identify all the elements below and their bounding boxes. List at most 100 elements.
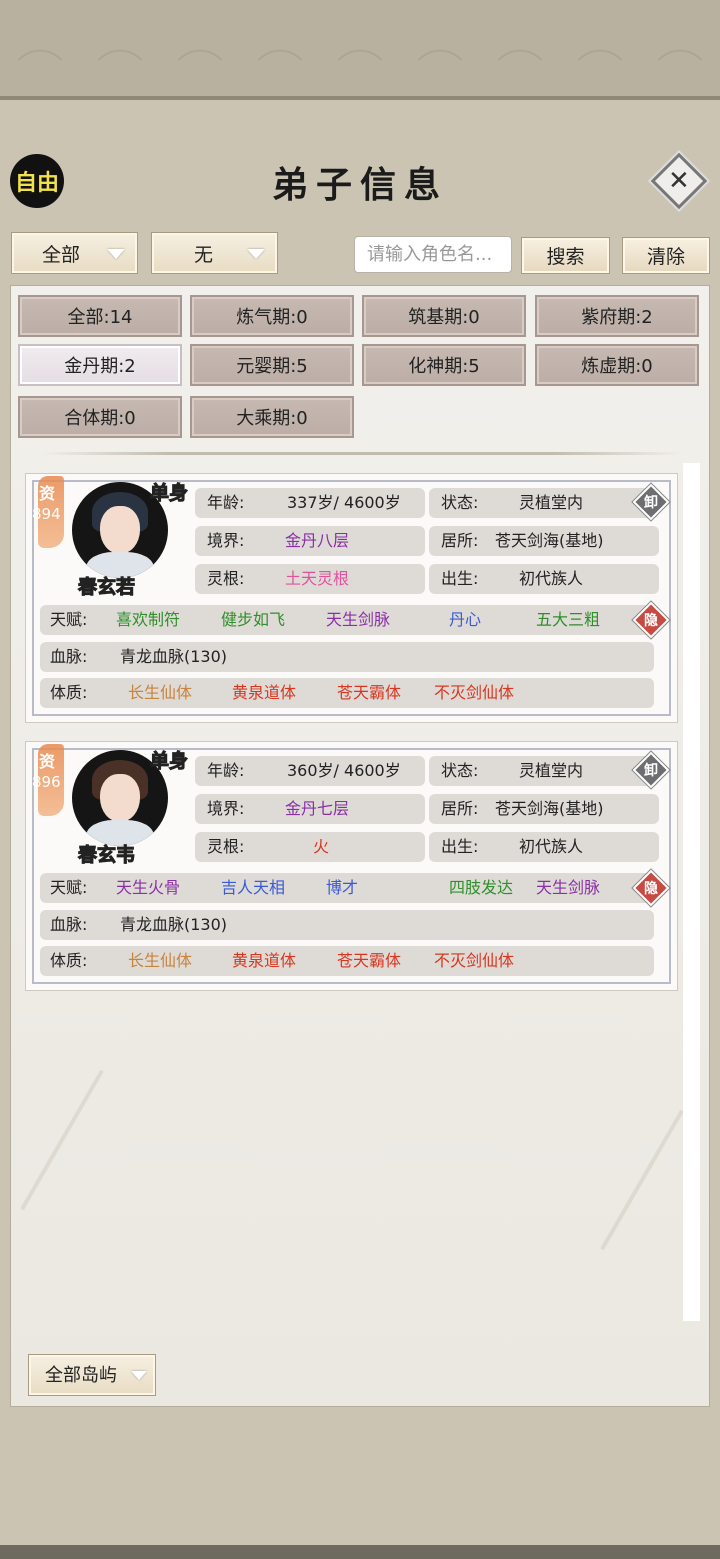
age-label: 年龄: [207,493,245,512]
realm-filter-chip[interactable]: 元婴期:5 [190,344,354,386]
spirit-root-label: 灵根: [207,569,245,588]
search-button[interactable]: 搜索 [521,237,610,274]
residence-value: 苍天剑海(基地) [495,799,604,818]
status-value: 灵植堂内 [519,761,584,780]
physique-label: 体质: [50,683,88,702]
talent-item[interactable]: 天生剑脉 [326,605,390,635]
age-field: 年龄: 337岁/ 4600岁 [195,488,425,518]
secondary-dropdown[interactable]: 无 [151,232,278,274]
birth-field: 出生: 初代族人 [429,832,659,862]
category-dropdown[interactable]: 全部 [11,232,138,274]
talent-item[interactable]: 四肢发达 [449,873,513,903]
physique-item[interactable]: 不灭剑仙体 [434,678,514,708]
bloodline-row: 血脉: 青龙血脉(130) [40,642,654,672]
realm-filter-chip[interactable]: 炼虚期:0 [535,344,699,386]
island-filter-dropdown[interactable]: 全部岛屿 [28,1354,156,1396]
talent-item[interactable]: 博才 [326,873,358,903]
top-decoration [0,0,720,100]
physique-item[interactable]: 长生仙体 [128,946,192,976]
realm-filter-chip[interactable]: 大乘期:0 [190,396,354,438]
status-label: 状态: [441,761,479,780]
realm-filter-chip[interactable]: 筑基期:0 [362,295,526,337]
talent-item[interactable]: 喜欢制符 [116,605,180,635]
unload-icon-text: 卸 [644,763,658,779]
talent-label: 天赋: [50,878,88,897]
disciple-name: 春玄若 [77,576,136,599]
chevron-down-icon [131,1371,147,1380]
realm-label: 境界: [207,531,245,550]
talent-row: 天赋: 喜欢制符 健步如飞 天生剑脉 丹心 五大三粗 [40,605,654,635]
physique-item[interactable]: 不灭剑仙体 [434,946,514,976]
realm-filter-chip[interactable]: 紫府期:2 [535,295,699,337]
marital-status: 单身 [149,750,189,773]
physique-item[interactable]: 黄泉道体 [232,678,296,708]
spirit-root-label: 灵根: [207,837,245,856]
realm-filter-chip[interactable]: 合体期:0 [18,396,182,438]
realm-filter-chip[interactable]: 化神期:5 [362,344,526,386]
bloodline-value: 青龙血脉(130) [120,647,228,666]
realm-value: 金丹八层 [285,531,350,550]
physique-item[interactable]: 长生仙体 [128,678,192,708]
aptitude-label: 资 [39,752,56,771]
realm-filter-chip[interactable]: 全部:14 [18,295,182,337]
chevron-down-icon [247,249,265,259]
search-input[interactable]: 请输入角色名... [354,236,512,273]
talent-item[interactable]: 五大三粗 [536,605,600,635]
talent-item[interactable]: 健步如飞 [221,605,285,635]
category-dropdown-value: 全部 [42,243,81,266]
spirit-root-field: 灵根: 土天灵根 [195,564,425,594]
residence-label: 居所: [441,799,479,818]
age-value: 337岁/ 4600岁 [287,493,401,512]
spirit-root-value: 土天灵根 [285,569,350,588]
bloodline-label: 血脉: [50,647,88,666]
status-value: 灵植堂内 [519,493,584,512]
realm-field: 境界: 金丹七层 [195,794,425,824]
talent-item[interactable]: 天生火骨 [116,873,180,903]
residence-label: 居所: [441,531,479,550]
talent-item[interactable]: 天生剑脉 [536,873,600,903]
talent-row: 天赋: 天生火骨 吉人天相 博才 四肢发达 天生剑脉 [40,873,654,903]
birth-field: 出生: 初代族人 [429,564,659,594]
chevron-down-icon [107,249,125,259]
status-field: 状态: 灵植堂内 [429,488,659,518]
disciple-card[interactable]: 资 894 单身 春玄若 年龄: 337岁/ 4600岁 状态: 灵植堂内 卸 … [25,473,678,723]
close-button[interactable]: ✕ [650,152,708,210]
bloodline-row: 血脉: 青龙血脉(130) [40,910,654,940]
bloodline-value: 青龙血脉(130) [120,915,228,934]
residence-field: 居所: 苍天剑海(基地) [429,526,659,556]
physique-label: 体质: [50,951,88,970]
residence-value: 苍天剑海(基地) [495,531,604,550]
divider [42,452,682,455]
birth-label: 出生: [441,837,479,856]
realm-filter-chip[interactable]: 金丹期:2 [18,344,182,386]
disciple-card[interactable]: 资 896 单身 春玄韦 年龄: 360岁/ 4600岁 状态: 灵植堂内 卸 … [25,741,678,991]
bloodline-label: 血脉: [50,915,88,934]
birth-label: 出生: [441,569,479,588]
talent-label: 天赋: [50,610,88,629]
spirit-root-value: 火 [313,837,330,856]
physique-row: 体质: 长生仙体 黄泉道体 苍天霸体 不灭剑仙体 [40,678,654,708]
age-field: 年龄: 360岁/ 4600岁 [195,756,425,786]
close-icon: ✕ [668,165,690,196]
birth-value: 初代族人 [519,837,584,856]
talent-item[interactable]: 丹心 [449,605,481,635]
unload-icon-text: 卸 [644,495,658,511]
physique-item[interactable]: 苍天霸体 [337,678,401,708]
spirit-root-field: 灵根: 火 [195,832,425,862]
scrollbar[interactable] [683,463,700,1321]
age-label: 年龄: [207,761,245,780]
aptitude-value: 894 [32,505,61,523]
aptitude-value: 896 [32,773,61,791]
realm-filter-chip[interactable]: 炼气期:0 [190,295,354,337]
page-title: 弟子信息 [271,164,448,206]
clear-button[interactable]: 清除 [622,237,710,274]
realm-value: 金丹七层 [285,799,350,818]
talent-item[interactable]: 吉人天相 [221,873,285,903]
secondary-dropdown-value: 无 [194,243,214,266]
physique-item[interactable]: 黄泉道体 [232,946,296,976]
hide-icon-text: 隐 [644,613,658,629]
island-filter-value: 全部岛屿 [45,1365,117,1386]
physique-item[interactable]: 苍天霸体 [337,946,401,976]
realm-field: 境界: 金丹八层 [195,526,425,556]
aptitude-label: 资 [39,484,56,503]
